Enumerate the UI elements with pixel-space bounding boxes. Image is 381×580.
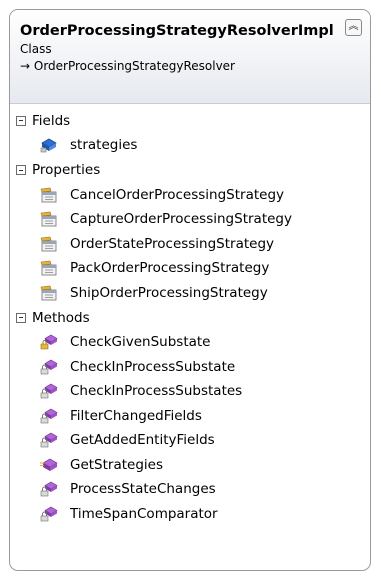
fields-section-label: Fields [32,112,71,129]
method-name: CheckInProcessSubstates [70,383,243,400]
method-item[interactable]: TimeSpanComparator [10,502,370,527]
property-item[interactable]: ShipOrderProcessingStrategy [10,281,370,306]
property-icon [40,187,58,203]
class-diagram-shape[interactable]: OrderProcessingStrategyResolverImpl Clas… [9,9,371,571]
method-name: TimeSpanComparator [70,505,218,522]
class-header: OrderProcessingStrategyResolverImpl Clas… [10,10,370,104]
private-method-icon [40,432,58,448]
field-icon [40,137,58,153]
properties-section-header[interactable]: Properties [10,158,370,183]
property-name: ShipOrderProcessingStrategy [70,284,268,301]
collapse-minus-icon[interactable] [16,312,26,323]
method-name: GetAddedEntityFields [70,432,215,449]
methods-section-header[interactable]: Methods [10,305,370,330]
private-method-icon [40,359,58,375]
class-body: Fields strategies Properties CancelOrder… [10,104,370,526]
method-item[interactable]: CheckInProcessSubstates [10,379,370,404]
field-item[interactable]: strategies [10,133,370,158]
property-name: CancelOrderProcessingStrategy [70,186,285,203]
private-method-icon [40,408,58,424]
method-item[interactable]: ProcessStateChanges [10,477,370,502]
method-item[interactable]: FilterChangedFields [10,404,370,429]
method-name: GetStrategies [70,456,164,473]
property-icon [40,211,58,227]
property-icon [40,236,58,252]
property-item[interactable]: CancelOrderProcessingStrategy [10,183,370,208]
base-type: → OrderProcessingStrategyResolver [20,59,235,73]
private-method-icon [40,383,58,399]
class-title: OrderProcessingStrategyResolverImpl [20,23,334,39]
method-item[interactable]: GetStrategies [10,453,370,478]
collapse-chevron-icon[interactable]: ︽ [345,19,362,36]
property-item[interactable]: PackOrderProcessingStrategy [10,256,370,281]
method-name: FilterChangedFields [70,407,202,424]
collapse-minus-icon[interactable] [16,165,26,175]
fields-section-header[interactable]: Fields [10,108,370,133]
protected-method-icon [40,334,58,350]
method-item[interactable]: GetAddedEntityFields [10,428,370,453]
property-name: PackOrderProcessingStrategy [70,260,270,277]
class-kind: Class [20,42,52,56]
method-item[interactable]: CheckGivenSubstate [10,330,370,355]
property-icon [40,285,58,301]
property-item[interactable]: OrderStateProcessingStrategy [10,232,370,257]
method-name: CheckGivenSubstate [70,334,211,351]
properties-section-label: Properties [32,162,101,178]
collapse-minus-icon[interactable] [16,115,26,126]
private-method-icon [40,506,58,522]
property-item[interactable]: CaptureOrderProcessingStrategy [10,207,370,232]
public-method-icon [40,457,58,473]
property-icon [40,260,58,276]
methods-section-label: Methods [32,309,90,326]
field-name: strategies [70,137,138,154]
private-method-icon [40,481,58,497]
method-item[interactable]: CheckInProcessSubstate [10,355,370,380]
method-name: CheckInProcessSubstate [70,358,236,375]
method-name: ProcessStateChanges [70,481,216,498]
property-name: CaptureOrderProcessingStrategy [70,211,292,228]
property-name: OrderStateProcessingStrategy [70,235,275,252]
